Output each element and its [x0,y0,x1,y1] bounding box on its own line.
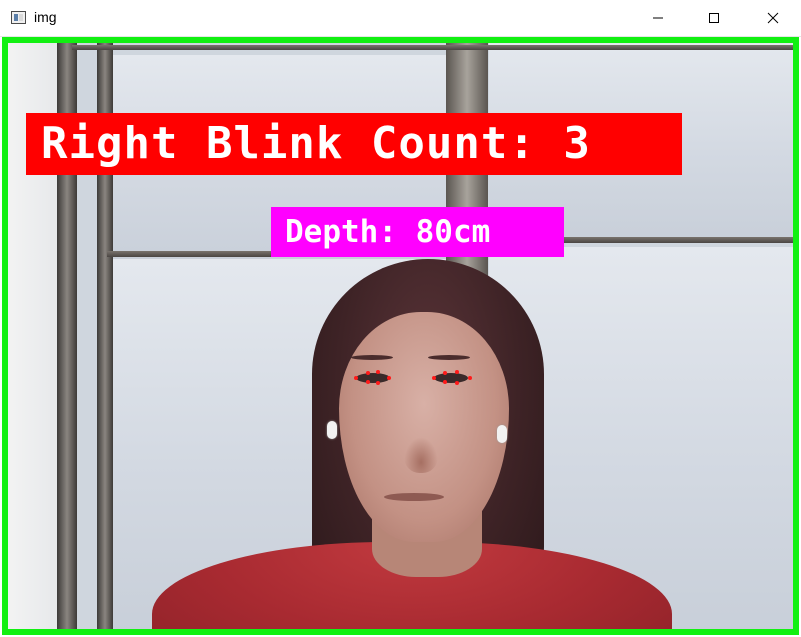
app-window-icon [11,11,26,24]
eye-landmark-point [376,381,380,385]
right-eyebrow [428,355,470,360]
left-eye [356,373,390,383]
minimize-button[interactable] [630,0,686,36]
window-title: img [34,9,57,25]
person-mouth [384,493,444,501]
window-rail [72,45,797,50]
right-eye [434,373,468,383]
maximize-button[interactable] [686,0,742,36]
left-eyebrow [351,355,393,360]
person-face [339,312,509,542]
eye-landmark-point [376,370,380,374]
person-nose [404,437,438,473]
camera-frame: Right Blink Count: 3 Depth: 80cm [2,37,799,634]
maximize-icon [709,13,719,23]
window-title-bar[interactable]: img [0,0,801,37]
blink-count-label: Right Blink Count: 3 [26,113,682,175]
eye-landmark-point [354,376,358,380]
left-earbud [327,421,337,439]
right-earbud [497,425,507,443]
eye-landmark-point [443,380,447,384]
eye-landmark-point [387,376,391,380]
eye-landmark-point [432,376,436,380]
eye-landmark-point [366,380,370,384]
minimize-icon [653,17,663,19]
eye-landmark-point [366,371,370,375]
close-icon [767,12,779,24]
eye-landmark-point [455,381,459,385]
close-button[interactable] [745,0,801,36]
eye-landmark-point [468,376,472,380]
depth-label: Depth: 80cm [271,207,564,257]
eye-landmark-point [455,370,459,374]
eye-landmark-point [443,371,447,375]
